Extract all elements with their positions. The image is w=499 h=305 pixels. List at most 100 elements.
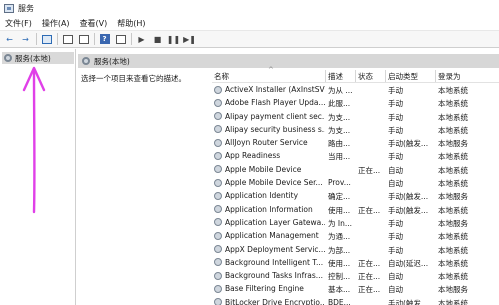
table-row[interactable]: Base Filtering Engine 基本... 正在... 自动 本地服务 — [212, 282, 499, 295]
service-description: 控制... — [328, 272, 351, 282]
service-name: Apple Mobile Device Ser... — [225, 178, 323, 188]
service-startup-type: 手动(触发... — [388, 205, 429, 215]
table-row[interactable]: Alipay payment client sec... 为支... 手动 本地系统 — [212, 110, 499, 123]
menu-action[interactable]: 操作(A) — [37, 18, 75, 29]
service-startup-type: 手动 — [388, 218, 403, 228]
service-name: AllJoyn Router Service — [225, 138, 308, 148]
start-service-button[interactable]: ▶ — [135, 33, 148, 45]
service-name: App Readiness — [225, 151, 281, 161]
sort-ascending-icon: ^ — [268, 66, 274, 74]
service-gear-icon — [214, 98, 222, 107]
service-description: 为通... — [328, 232, 351, 242]
service-name-cell: Application Information — [214, 205, 325, 214]
service-description: 为 In... — [328, 218, 353, 228]
pause-service-button[interactable]: ❚❚ — [167, 33, 180, 45]
table-row[interactable]: Adobe Flash Player Upda... 此服... 手动 本地系统 — [212, 96, 499, 109]
service-name-cell: Alipay security business s... — [214, 125, 325, 134]
service-gear-icon — [214, 151, 222, 160]
service-name: Adobe Flash Player Upda... — [225, 98, 325, 108]
service-name-cell: ActiveX Installer (AxInstSV) — [214, 85, 325, 94]
table-row[interactable]: AllJoyn Router Service 路由... 手动(触发... 本地服务 — [212, 136, 499, 149]
column-divider[interactable] — [355, 70, 356, 82]
tree-node-label: 服务(本地) — [15, 53, 51, 63]
column-divider[interactable] — [325, 70, 326, 82]
table-row[interactable]: Application Information 使用... 正在... 手动(触发..… — [212, 203, 499, 216]
service-name: Background Intelligent T... — [225, 257, 324, 267]
table-row[interactable]: Apple Mobile Device 正在... 自动 本地系统 — [212, 163, 499, 176]
service-description: 使用... — [328, 258, 351, 268]
service-name: Application Identity — [225, 191, 299, 201]
show-hide-console-tree-button[interactable] — [40, 33, 53, 45]
service-startup-type: 自动 — [388, 272, 403, 282]
table-row[interactable]: Apple Mobile Device Ser... Prov... 自动 本地系统 — [212, 176, 499, 189]
services-list-header: ^ 名称 描述 状态 启动类型 登录为 — [212, 66, 499, 83]
column-header-log-on-as[interactable]: 登录为 — [438, 71, 461, 82]
menu-file[interactable]: 文件(F) — [0, 18, 37, 29]
service-description: 为支... — [328, 112, 351, 122]
column-header-name[interactable]: 名称 — [214, 71, 229, 82]
service-description: 此服... — [328, 99, 351, 109]
service-log-on-as: 本地系统 — [438, 272, 468, 282]
service-status: 正在... — [358, 165, 381, 175]
column-header-status[interactable]: 状态 — [358, 71, 373, 82]
service-description: 基本... — [328, 285, 351, 295]
service-log-on-as: 本地系统 — [438, 86, 468, 95]
service-gear-icon — [214, 125, 222, 134]
stop-service-button[interactable]: ■ — [151, 33, 164, 45]
service-name: Background Tasks Infras... — [225, 271, 323, 281]
service-startup-type: 手动 — [388, 86, 403, 95]
service-name-cell: Application Management — [214, 231, 325, 240]
service-log-on-as: 本地服务 — [438, 218, 468, 228]
table-row[interactable]: Background Tasks Infras... 控制... 正在... 自动 本地… — [212, 269, 499, 282]
service-name: ActiveX Installer (AxInstSV) — [225, 85, 325, 94]
service-gear-icon — [214, 245, 222, 254]
table-row[interactable]: AppX Deployment Servic... 为部... 手动 本地系统 — [212, 243, 499, 256]
menu-help[interactable]: 帮助(H) — [112, 18, 150, 29]
service-name-cell: Apple Mobile Device Ser... — [214, 178, 325, 187]
service-gear-icon — [214, 191, 222, 200]
back-button[interactable]: ← — [3, 33, 16, 45]
table-row[interactable]: ActiveX Installer (AxInstSV) 为从 ... 手动 本地系统 — [212, 83, 499, 96]
service-startup-type: 手动(触发... — [388, 139, 429, 149]
column-header-description[interactable]: 描述 — [328, 71, 343, 82]
column-divider[interactable] — [385, 70, 386, 82]
service-startup-type: 手动 — [388, 125, 403, 135]
service-gear-icon — [214, 284, 222, 293]
table-row[interactable]: Application Management 为通... 手动 本地系统 — [212, 229, 499, 242]
help-button[interactable]: ? — [98, 33, 111, 45]
service-name-cell: Application Identity — [214, 191, 325, 200]
column-divider[interactable] — [435, 70, 436, 82]
table-row[interactable]: Alipay security business s... 为支... 手动 本地系统 — [212, 123, 499, 136]
table-row[interactable]: Application Identity 确定... 手动(触发... 本地服务 — [212, 189, 499, 202]
menu-view[interactable]: 查看(V) — [75, 18, 113, 29]
service-gear-icon — [214, 112, 222, 121]
service-status: 正在... — [358, 258, 381, 268]
service-log-on-as: 本地系统 — [438, 298, 468, 305]
table-row[interactable]: Background Intelligent T... 使用... 正在... 自动(… — [212, 256, 499, 269]
service-log-on-as: 本地系统 — [438, 125, 468, 135]
refresh-button[interactable] — [61, 33, 74, 45]
service-gear-icon — [214, 205, 222, 214]
service-status: 正在... — [358, 272, 381, 282]
service-name-cell: Apple Mobile Device — [214, 165, 325, 174]
toolbar-separator — [131, 33, 132, 45]
table-row[interactable]: App Readiness 当用... 手动 本地系统 — [212, 149, 499, 162]
properties-button[interactable] — [114, 33, 127, 45]
service-name: Application Information — [225, 204, 313, 214]
service-description: 为部... — [328, 245, 351, 255]
service-gear-icon — [214, 218, 222, 227]
service-gear-icon — [214, 231, 222, 240]
service-log-on-as: 本地服务 — [438, 285, 468, 295]
service-name: Application Management — [225, 231, 319, 241]
service-name-cell: Alipay payment client sec... — [214, 112, 325, 121]
export-list-button[interactable] — [77, 33, 90, 45]
column-header-startup-type[interactable]: 启动类型 — [388, 71, 418, 82]
service-log-on-as: 本地系统 — [438, 179, 468, 189]
toolbar-separator — [57, 33, 58, 45]
service-name: BitLocker Drive Encryptio... — [225, 297, 325, 305]
forward-button[interactable]: → — [19, 33, 32, 45]
restart-service-button[interactable]: ▶❚ — [183, 33, 196, 45]
table-row[interactable]: BitLocker Drive Encryptio... BDE... 手动(触发.… — [212, 296, 499, 305]
tree-node-services-local[interactable]: 服务(本地) — [2, 52, 74, 64]
table-row[interactable]: Application Layer Gatewa... 为 In... 手动 本地服务 — [212, 216, 499, 229]
